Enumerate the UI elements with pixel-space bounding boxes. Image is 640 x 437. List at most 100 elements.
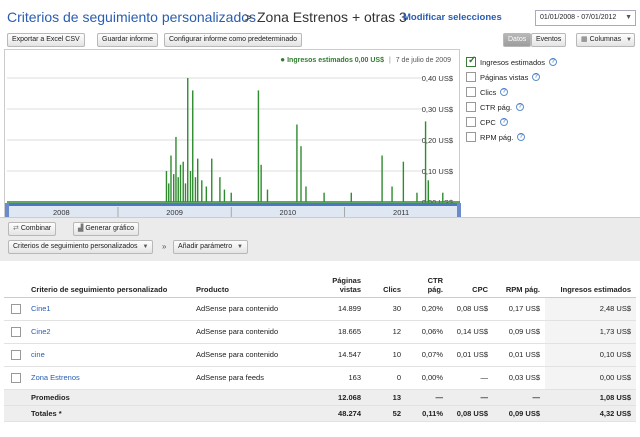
criterio-link[interactable]: Cine1 [31, 304, 51, 313]
metric-selector: Ingresos estimados?Páginas vistas?Clics?… [466, 55, 636, 145]
criterio-cell: Zona Estrenos [26, 366, 191, 390]
metric-option[interactable]: Páginas vistas? [466, 70, 636, 85]
criterio-cell: cine [26, 343, 191, 367]
combine-label: Combinar [20, 225, 52, 232]
date-range-picker[interactable]: 01/01/2008 - 07/01/2012 ▼ [535, 10, 636, 26]
metric-checkbox[interactable] [466, 55, 476, 67]
row-checkbox[interactable] [11, 372, 21, 383]
help-icon[interactable]: ? [532, 73, 540, 81]
help-icon[interactable]: ? [549, 58, 557, 66]
paginas-vistas-cell: 163 [311, 366, 366, 390]
set-default-report-button[interactable]: Configurar informe como predeterminado [164, 33, 303, 47]
cpc-cell: 0,01 US$ [448, 343, 493, 367]
help-icon[interactable]: ? [500, 88, 508, 96]
dimension-label: Criterios de seguimiento personalizados [13, 243, 138, 250]
breadcrumb-separator: > [244, 9, 253, 25]
metric-checkbox[interactable] [466, 72, 476, 82]
column-header-ctr[interactable]: CTR pág. [406, 261, 448, 298]
ctr-cell: 0,20% [406, 297, 448, 321]
range-slider-handle-left [5, 203, 9, 217]
help-icon[interactable]: ? [517, 133, 525, 141]
metric-option[interactable]: CPC? [466, 115, 636, 130]
summary-ctr-cell: — [406, 389, 448, 406]
breadcrumb-link[interactable]: Criterios de seguimiento personalizados [7, 9, 256, 25]
summary-producto-cell [191, 405, 311, 422]
column-header-criterio[interactable]: Criterio de seguimiento personalizado [26, 261, 191, 298]
summary-clics-cell: 52 [366, 405, 406, 422]
tab-datos[interactable]: Datos [503, 33, 532, 47]
dimension-dropdown[interactable]: Criterios de seguimiento personalizados … [8, 240, 154, 254]
metric-option[interactable]: Ingresos estimados? [466, 55, 636, 70]
x-tick-label: 2008 [53, 208, 70, 217]
summary-paginas-vistas-cell: 12.068 [311, 389, 366, 406]
clics-cell: 0 [366, 366, 406, 390]
metric-checkbox[interactable] [466, 132, 476, 142]
add-parameter-dropdown[interactable]: Añadir parámetro ▼ [173, 240, 248, 254]
chart-panel: ● Ingresos estimados 0,00 US$ | 7 de jul… [4, 49, 461, 218]
clics-cell: 10 [366, 343, 406, 367]
combine-icon: ⇄ [13, 225, 19, 232]
help-icon[interactable]: ? [516, 103, 524, 111]
modify-selections-link[interactable]: Modificar selecciones [403, 12, 502, 23]
data-table: Criterio de seguimiento personalizado Pr… [4, 261, 636, 422]
metric-option[interactable]: RPM pág.? [466, 130, 636, 145]
criterio-link[interactable]: Cine2 [31, 327, 51, 336]
paginas-vistas-cell: 14.899 [311, 297, 366, 321]
columns-dropdown[interactable]: ▦ Columnas ▼ [576, 33, 635, 47]
metric-option[interactable]: CTR pág.? [466, 100, 636, 115]
row-select-cell [4, 320, 26, 344]
producto-cell: AdSense para feeds [191, 366, 311, 390]
table-row: Cine1 AdSense para contenido 14.899 30 0,20%… [4, 297, 636, 321]
export-csv-button[interactable]: Exportar a Excel CSV [7, 33, 85, 47]
rpm-cell: 0,01 US$ [493, 343, 545, 367]
metric-label: CPC [480, 118, 496, 127]
combine-button[interactable]: ⇄ Combinar [8, 222, 57, 236]
row-select-cell [4, 366, 26, 390]
metric-checkbox[interactable] [466, 102, 476, 112]
x-tick-label: 2010 [280, 208, 297, 217]
table-row: Zona Estrenos AdSense para feeds 163 0 0,00%… [4, 366, 636, 390]
producto-cell: AdSense para contenido [191, 297, 311, 321]
help-icon[interactable]: ? [500, 118, 508, 126]
summary-ingresos-cell: 1,08 US$ [545, 389, 636, 406]
column-header-paginas-vistas[interactable]: Páginas vistas [311, 261, 366, 298]
totals-row: Totales * 48.274 52 0,11% 0,08 US$ 0,09 US$ 4,… [4, 405, 636, 422]
summary-spacer [4, 405, 26, 422]
generate-chart-button[interactable]: ▟ Generar gráfico [73, 222, 139, 236]
column-header-ingresos[interactable]: Ingresos estimados [545, 261, 636, 298]
criterio-link[interactable]: cine [31, 350, 45, 359]
cpc-cell: 0,08 US$ [448, 297, 493, 321]
criterio-cell: Cine2 [26, 320, 191, 344]
metric-option[interactable]: Clics? [466, 85, 636, 100]
ctr-cell: 0,06% [406, 320, 448, 344]
range-slider-track [5, 203, 461, 206]
save-report-button[interactable]: Guardar informe [97, 33, 158, 47]
metric-checkbox[interactable] [466, 87, 476, 97]
column-header-producto[interactable]: Producto [191, 261, 311, 298]
row-checkbox[interactable] [11, 303, 21, 314]
row-checkbox[interactable] [11, 349, 21, 360]
column-header-cpc[interactable]: CPC [448, 261, 493, 298]
paginas-vistas-cell: 18.665 [311, 320, 366, 344]
cpc-cell: 0,14 US$ [448, 320, 493, 344]
metric-checkbox[interactable] [466, 117, 476, 127]
paginas-vistas-cell: 14.547 [311, 343, 366, 367]
x-tick-label: 2009 [166, 208, 183, 217]
column-header-clics[interactable]: Clics [366, 261, 406, 298]
table-header-row: Criterio de seguimiento personalizado Pr… [4, 261, 636, 298]
summary-label: Totales * [26, 405, 191, 422]
criterio-link[interactable]: Zona Estrenos [31, 373, 80, 382]
columns-label: Columnas [589, 36, 622, 43]
select-column-header [4, 261, 26, 298]
column-header-rpm[interactable]: RPM pág. [493, 261, 545, 298]
row-checkbox[interactable] [11, 326, 21, 337]
ingresos-cell: 1,73 US$ [545, 320, 636, 344]
clics-cell: 30 [366, 297, 406, 321]
revenue-chart[interactable]: 0,00 US$0,10 US$0,20 US$0,30 US$0,40 US$… [5, 50, 461, 218]
tab-eventos[interactable]: Eventos [531, 33, 567, 47]
cpc-cell: — [448, 366, 493, 390]
summary-rpm-cell: — [493, 389, 545, 406]
table-row: Cine2 AdSense para contenido 18.665 12 0,06%… [4, 320, 636, 344]
date-range-value: 01/01/2008 - 07/01/2012 [540, 14, 617, 21]
x-tick-label: 2011 [393, 208, 409, 217]
